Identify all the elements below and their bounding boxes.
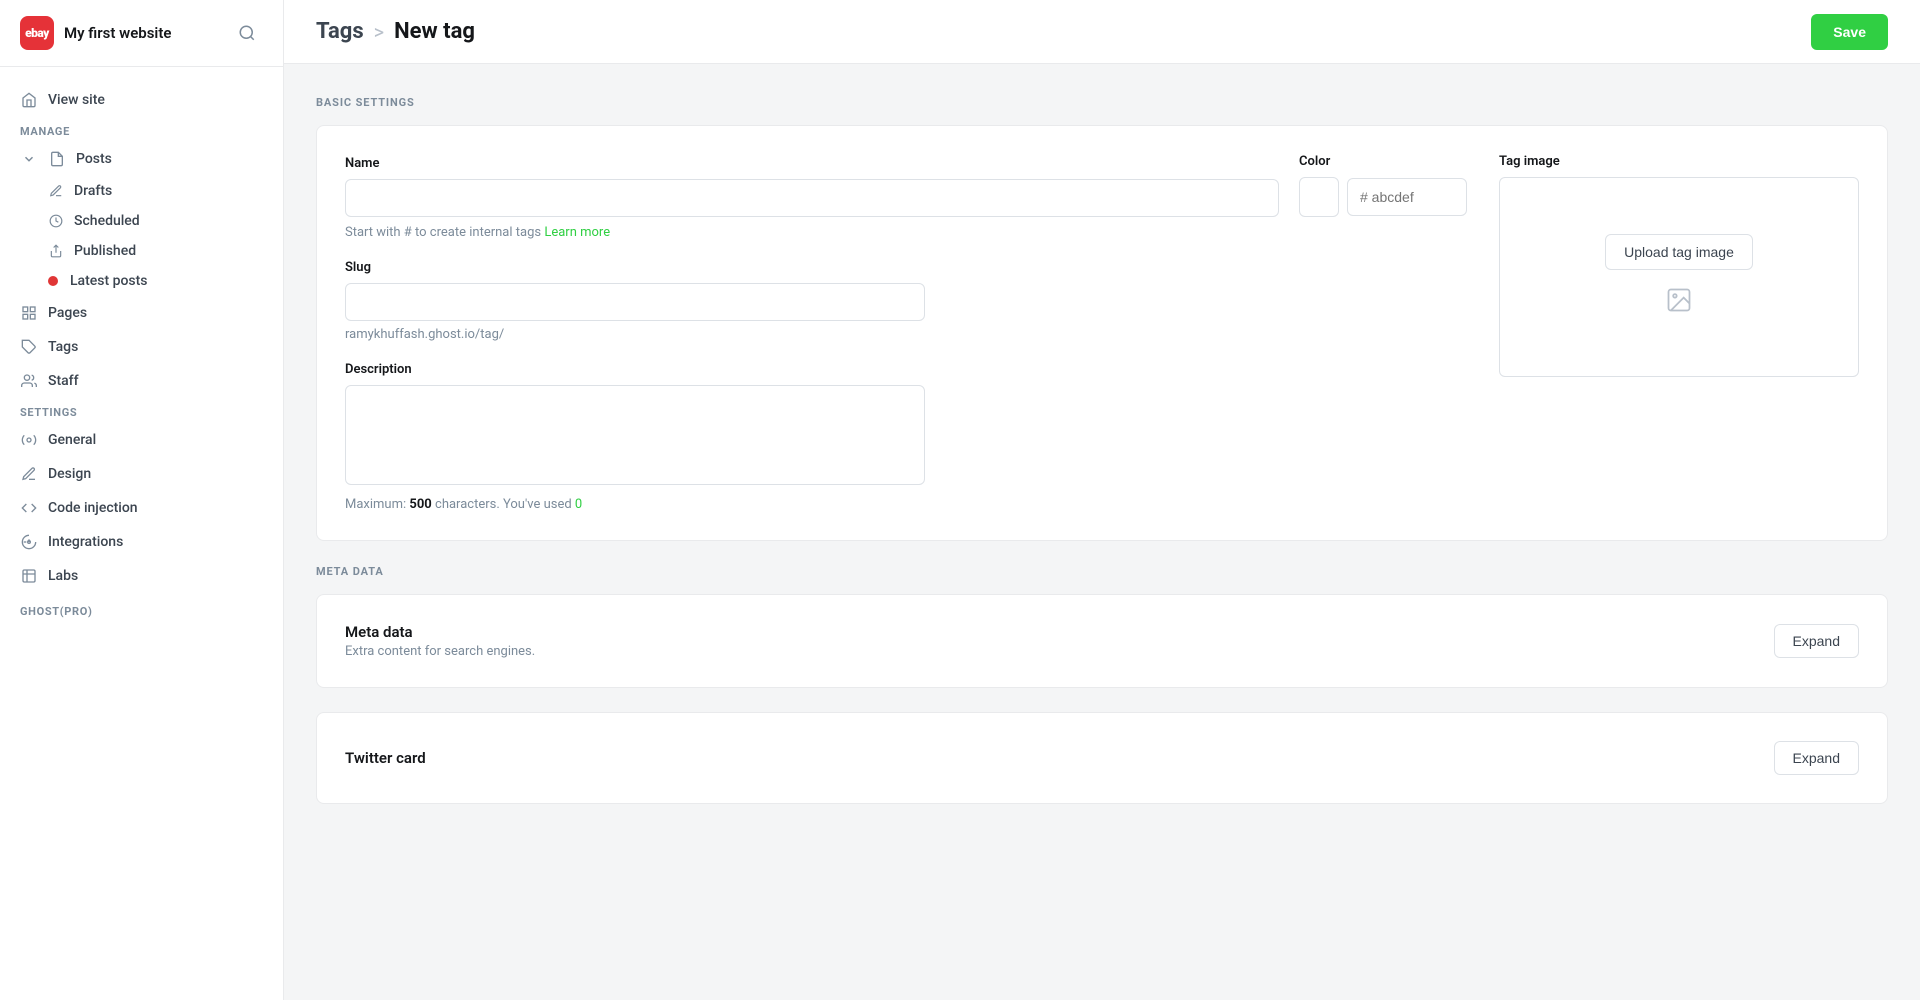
sidebar-header: ebay My first website [0,0,283,67]
upload-tag-image-button[interactable]: Upload tag image [1605,234,1753,270]
save-button[interactable]: Save [1811,14,1888,50]
slug-label: Slug [345,260,1467,275]
sidebar-item-posts[interactable]: Posts [0,142,283,176]
color-label: Color [1299,154,1467,169]
meta-data-row: Meta data Extra content for search engin… [345,623,1859,659]
posts-chevron-icon [20,150,38,168]
slug-area: Slug ramykhuffash.ghost.io/tag/ [345,260,1467,342]
topbar: Tags > New tag Save [284,0,1920,64]
brand-logo: ebay [20,16,54,50]
ghost-pro-label: GHOST(PRO) [0,593,283,622]
brand-area: ebay My first website [20,16,171,50]
basic-settings-card: Name Color Start with # to create [316,125,1888,541]
sidebar-item-scheduled[interactable]: Scheduled [0,206,283,236]
twitter-card-info: Twitter card [345,749,426,767]
site-name: My first website [64,24,171,42]
design-icon [20,465,38,483]
basic-settings-label: BASIC SETTINGS [316,96,1888,109]
tag-image-dropzone: Upload tag image [1499,177,1859,377]
sidebar-item-tags[interactable]: Tags [0,330,283,364]
upload-placeholder-icon [1665,286,1693,321]
char-count: Maximum: 500 characters. You've used 0 [345,497,1467,512]
meta-data-info: Meta data Extra content for search engin… [345,623,535,659]
sidebar-item-labs[interactable]: Labs [0,559,283,593]
meta-data-label: META DATA [316,565,1888,578]
name-label: Name [345,156,1279,171]
sidebar-item-code-injection[interactable]: Code injection [0,491,283,525]
sidebar-item-published[interactable]: Published [0,236,283,266]
tag-image-label: Tag image [1499,154,1859,169]
meta-data-expand-button[interactable]: Expand [1774,624,1859,658]
main-content: Tags > New tag Save BASIC SETTINGS Name [284,0,1920,1000]
name-input[interactable] [345,179,1279,217]
home-icon [20,91,38,109]
breadcrumb-separator: > [374,20,384,44]
sidebar-item-pages[interactable]: Pages [0,296,283,330]
settings-label: SETTINGS [0,398,283,423]
meta-data-subtitle: Extra content for search engines. [345,644,535,659]
twitter-card-title: Twitter card [345,749,426,767]
description-area: Description Maximum: 500 characters. You… [345,362,1467,512]
pages-icon [20,304,38,322]
learn-more-link[interactable]: Learn more [544,225,610,240]
color-field-area: Color [1299,154,1467,217]
tag-hint-text: Start with # to create internal tags Lea… [345,225,1467,240]
twitter-card-expand-button[interactable]: Expand [1774,741,1859,775]
tags-icon [20,338,38,356]
breadcrumb-tags: Tags [316,19,364,44]
manage-label: MANAGE [0,117,283,142]
sidebar-item-latest-posts[interactable]: Latest posts [0,266,283,296]
sidebar: ebay My first website View site MANAGE [0,0,284,1000]
meta-data-card: Meta data Extra content for search engin… [316,594,1888,688]
sidebar-item-staff[interactable]: Staff [0,364,283,398]
twitter-card-row: Twitter card Expand [345,741,1859,775]
search-button[interactable] [231,17,263,49]
breadcrumb-current-page: New tag [394,19,475,44]
description-label: Description [345,362,1467,377]
code-icon [20,499,38,517]
sidebar-item-integrations[interactable]: Integrations [0,525,283,559]
sidebar-item-view-site[interactable]: View site [0,83,283,117]
drafts-icon [48,183,64,199]
slug-input[interactable] [345,283,925,321]
integrations-icon [20,533,38,551]
sidebar-nav: View site MANAGE Posts Drafts [0,67,283,1000]
name-field-area: Name [345,156,1279,217]
sidebar-item-drafts[interactable]: Drafts [0,176,283,206]
slug-hint: ramykhuffash.ghost.io/tag/ [345,327,1467,342]
staff-icon [20,372,38,390]
page-content: BASIC SETTINGS Name Color [284,64,1920,1000]
latest-dot [48,276,58,286]
twitter-card-card: Twitter card Expand [316,712,1888,804]
sidebar-item-design[interactable]: Design [0,457,283,491]
color-swatch[interactable] [1299,177,1339,217]
published-icon [48,243,64,259]
breadcrumb: Tags > New tag [316,19,475,44]
tag-image-area: Tag image Upload tag image [1499,154,1859,377]
general-icon [20,431,38,449]
sidebar-item-general[interactable]: General [0,423,283,457]
color-input[interactable] [1347,178,1467,216]
meta-data-title: Meta data [345,623,535,641]
labs-icon [20,567,38,585]
posts-icon [48,150,66,168]
scheduled-icon [48,213,64,229]
description-input[interactable] [345,385,925,485]
